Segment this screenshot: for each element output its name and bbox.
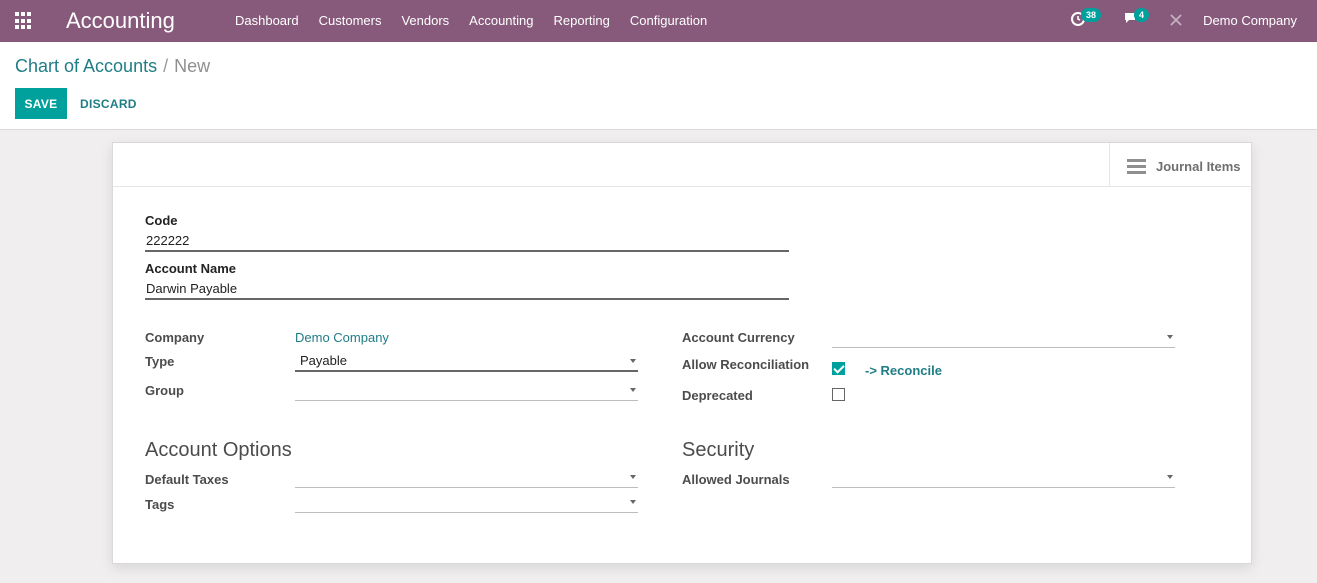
menu-item-reporting[interactable]: Reporting xyxy=(544,0,620,42)
systray: 38 4 Demo Company xyxy=(1057,0,1317,42)
account-name-label: Account Name xyxy=(145,261,237,276)
type-value: Payable xyxy=(300,353,347,368)
discard-button[interactable]: DISCARD xyxy=(72,88,145,119)
app-title[interactable]: Accounting xyxy=(66,8,175,34)
activity-count-badge: 38 xyxy=(1081,8,1102,22)
breadcrumb: Chart of Accounts / New xyxy=(15,56,210,77)
code-label: Code xyxy=(145,213,178,228)
menu-item-vendors[interactable]: Vendors xyxy=(391,0,459,42)
tags-caret-icon xyxy=(630,500,636,504)
account-currency-value xyxy=(832,329,833,344)
breadcrumb-separator: / xyxy=(163,56,169,76)
company-value-link[interactable]: Demo Company xyxy=(295,330,389,345)
menu-item-configuration[interactable]: Configuration xyxy=(620,0,717,42)
allow-reconciliation-label: Allow Reconciliation xyxy=(682,357,810,372)
tools-icon xyxy=(1170,14,1182,26)
account-currency-select[interactable] xyxy=(832,326,1175,348)
control-panel: Chart of Accounts / New SAVE DISCARD xyxy=(0,42,1317,130)
type-caret-icon xyxy=(630,359,636,363)
menu-item-dashboard[interactable]: Dashboard xyxy=(225,0,309,42)
code-input[interactable]: 222222 xyxy=(145,230,789,252)
security-title: Security xyxy=(682,439,755,461)
breadcrumb-chart-of-accounts[interactable]: Chart of Accounts xyxy=(15,56,157,76)
taxes-caret-icon xyxy=(630,475,636,479)
default-taxes-label: Default Taxes xyxy=(145,472,229,487)
reconcile-link[interactable]: -> Reconcile xyxy=(865,363,942,378)
allowed-journals-input[interactable] xyxy=(832,466,1175,488)
allowed-journals-label: Allowed Journals xyxy=(682,472,790,487)
company-switcher[interactable]: Demo Company xyxy=(1203,0,1297,42)
company-label: Company xyxy=(145,330,205,345)
menu-item-customers[interactable]: Customers xyxy=(309,0,392,42)
apps-menu-icon[interactable] xyxy=(15,12,33,30)
group-select[interactable] xyxy=(295,379,638,401)
tags-input[interactable] xyxy=(295,491,638,513)
type-select[interactable]: Payable xyxy=(295,350,638,372)
journal-items-label: Journal Items xyxy=(1156,159,1241,174)
journal-items-button[interactable]: Journal Items xyxy=(1109,143,1251,187)
form-sheet: Journal Items Code 222222 Account Name D… xyxy=(112,142,1252,564)
deprecated-checkbox[interactable] xyxy=(832,388,845,401)
deprecated-label: Deprecated xyxy=(682,388,753,403)
message-count-badge: 4 xyxy=(1134,8,1150,22)
default-taxes-input[interactable] xyxy=(295,466,638,488)
group-label: Group xyxy=(145,383,184,398)
breadcrumb-current: New xyxy=(174,56,211,76)
activity-button[interactable]: 38 xyxy=(1070,8,1102,29)
journals-caret-icon xyxy=(1167,475,1173,479)
account-options-title: Account Options xyxy=(145,439,292,461)
group-caret-icon xyxy=(630,388,636,392)
save-button[interactable]: SAVE xyxy=(15,88,67,119)
menu-item-accounting[interactable]: Accounting xyxy=(459,0,543,42)
account-currency-label: Account Currency xyxy=(682,330,795,345)
allow-reconciliation-checkbox[interactable] xyxy=(832,362,845,375)
messages-button[interactable]: 4 xyxy=(1123,8,1150,29)
currency-caret-icon xyxy=(1167,335,1173,339)
tags-label: Tags xyxy=(145,497,175,512)
group-value xyxy=(295,382,296,397)
account-name-input[interactable]: Darwin Payable xyxy=(145,278,789,300)
type-label: Type xyxy=(145,354,175,369)
list-icon xyxy=(1127,159,1146,174)
account-name-value: Darwin Payable xyxy=(146,281,238,296)
top-navbar: Accounting Dashboard Customers Vendors A… xyxy=(0,0,1317,42)
button-box: Journal Items xyxy=(113,143,1251,187)
debug-button[interactable] xyxy=(1169,13,1183,30)
code-value: 222222 xyxy=(146,233,190,248)
main-menu: Dashboard Customers Vendors Accounting R… xyxy=(225,0,717,42)
